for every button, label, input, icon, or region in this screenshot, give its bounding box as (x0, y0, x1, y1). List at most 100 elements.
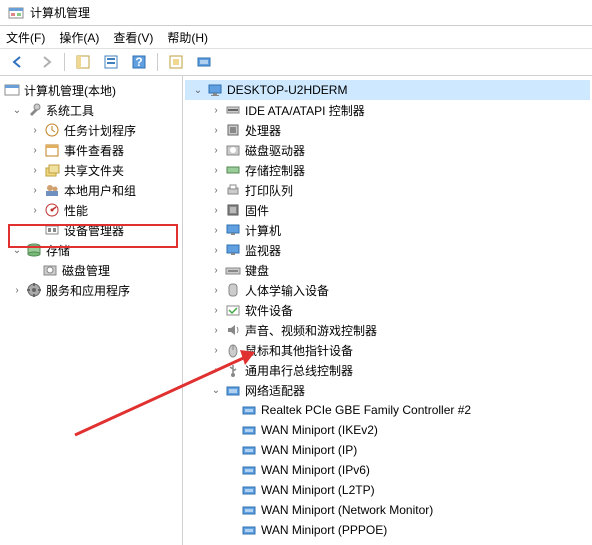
category-label: 鼠标和其他指针设备 (243, 342, 353, 359)
category-item[interactable]: › 软件设备 (185, 300, 590, 320)
tree-item-label: 事件查看器 (62, 142, 124, 159)
right-tree-pane: ⌄ DESKTOP-U2HDERM › IDE ATA/ATAPI 控制器›处理器… (183, 76, 592, 545)
network-adapter-item[interactable]: WAN Miniport (IP) (185, 440, 590, 460)
chevron-right-icon[interactable]: › (28, 143, 42, 157)
chevron-down-icon[interactable]: ⌄ (10, 243, 24, 257)
category-item[interactable]: ›处理器 (185, 120, 590, 140)
network-adapter-item[interactable]: WAN Miniport (IKEv2) (185, 420, 590, 440)
tree-item-disk-mgmt[interactable]: 磁盘管理 (2, 260, 180, 280)
tree-item-label: 磁盘管理 (60, 262, 110, 279)
category-network-adapters[interactable]: ⌄ 网络适配器 (185, 380, 590, 400)
tree-item-users[interactable]: ›本地用户和组 (2, 180, 180, 200)
adapter-label: WAN Miniport (PPPOE) (259, 523, 387, 537)
tree-item-clock[interactable]: › 任务计划程序 (2, 120, 180, 140)
chevron-right-icon[interactable]: › (209, 243, 223, 257)
category-item[interactable]: ›人体学输入设备 (185, 280, 590, 300)
category-item[interactable]: ›键盘 (185, 260, 590, 280)
category-item[interactable]: ›通用串行总线控制器 (185, 360, 590, 380)
menu-help[interactable]: 帮助(H) (167, 29, 208, 46)
keyboard-icon (225, 262, 241, 278)
tree-item-share[interactable]: ›共享文件夹 (2, 160, 180, 180)
disk-icon (42, 262, 58, 278)
chevron-right-icon[interactable]: › (209, 283, 223, 297)
devices-button[interactable] (192, 51, 216, 73)
chevron-right-icon[interactable]: › (209, 123, 223, 137)
show-hide-button[interactable] (71, 51, 95, 73)
chevron-right-icon[interactable]: › (209, 163, 223, 177)
menu-action[interactable]: 操作(A) (59, 29, 99, 46)
chevron-right-icon[interactable]: › (28, 183, 42, 197)
event-icon (44, 142, 60, 158)
scan-button[interactable] (164, 51, 188, 73)
network-adapter-item[interactable]: WAN Miniport (L2TP) (185, 480, 590, 500)
category-label: 软件设备 (243, 302, 293, 319)
mouse-icon (225, 342, 241, 358)
usb-icon (225, 362, 241, 378)
tree-root-computer-mgmt[interactable]: 计算机管理(本地) (2, 80, 180, 100)
chevron-right-icon[interactable]: › (209, 203, 223, 217)
chevron-right-icon[interactable]: › (209, 143, 223, 157)
chevron-right-icon[interactable]: › (10, 283, 24, 297)
menu-file[interactable]: 文件(F) (6, 29, 45, 46)
chevron-right-icon[interactable]: › (209, 363, 223, 377)
chevron-right-icon[interactable]: › (28, 123, 42, 137)
net-icon (225, 382, 241, 398)
category-label: 磁盘驱动器 (243, 142, 305, 159)
category-item[interactable]: ›监视器 (185, 240, 590, 260)
chevron-right-icon[interactable]: › (209, 103, 223, 117)
properties-button[interactable] (99, 51, 123, 73)
category-item[interactable]: › 鼠标和其他指针设备 (185, 340, 590, 360)
chevron-right-icon[interactable]: › (209, 303, 223, 317)
perf-icon (44, 202, 60, 218)
adapter-label: WAN Miniport (IKEv2) (259, 423, 378, 437)
category-item[interactable]: › 磁盘驱动器 (185, 140, 590, 160)
net-adapter-icon (241, 462, 257, 478)
category-item[interactable]: › IDE ATA/ATAPI 控制器 (185, 100, 590, 120)
services-icon (26, 282, 42, 298)
app-icon (8, 5, 24, 21)
network-adapter-item[interactable]: WAN Miniport (Network Monitor) (185, 500, 590, 520)
chevron-right-icon[interactable]: › (209, 263, 223, 277)
clock-icon (44, 122, 60, 138)
chevron-right-icon[interactable]: › (28, 203, 42, 217)
net-adapter-icon (241, 442, 257, 458)
category-item[interactable]: ›固件 (185, 200, 590, 220)
category-item[interactable]: › 声音、视频和游戏控制器 (185, 320, 590, 340)
category-label: IDE ATA/ATAPI 控制器 (243, 102, 365, 119)
chevron-right-icon[interactable]: › (209, 343, 223, 357)
tree-storage[interactable]: ⌄ 存储 (2, 240, 180, 260)
chevron-down-icon[interactable]: ⌄ (10, 103, 24, 117)
category-label: 存储控制器 (243, 162, 305, 179)
category-item[interactable]: ›打印队列 (185, 180, 590, 200)
net-adapter-icon (241, 522, 257, 538)
window-title: 计算机管理 (30, 4, 90, 21)
category-label: 声音、视频和游戏控制器 (243, 322, 377, 339)
forward-button[interactable] (34, 51, 58, 73)
chevron-right-icon[interactable] (28, 223, 42, 237)
chevron-down-icon[interactable]: ⌄ (191, 83, 205, 97)
chevron-down-icon[interactable]: ⌄ (209, 383, 223, 397)
menu-view[interactable]: 查看(V) (113, 29, 153, 46)
tree-services-apps[interactable]: › 服务和应用程序 (2, 280, 180, 300)
device-root[interactable]: ⌄ DESKTOP-U2HDERM (185, 80, 590, 100)
hdd-icon (225, 142, 241, 158)
category-item[interactable]: › 存储控制器 (185, 160, 590, 180)
tree-item-device[interactable]: 设备管理器 (2, 220, 180, 240)
network-adapter-item[interactable]: Realtek PCIe GBE Family Controller #2 (185, 400, 590, 420)
chevron-right-icon[interactable]: › (209, 323, 223, 337)
adapter-label: WAN Miniport (IPv6) (259, 463, 370, 477)
tree-system-tools[interactable]: ⌄ 系统工具 (2, 100, 180, 120)
adapter-label: WAN Miniport (IP) (259, 443, 357, 457)
tree-item-event[interactable]: › 事件查看器 (2, 140, 180, 160)
chevron-right-icon[interactable]: › (209, 183, 223, 197)
help-button[interactable]: ? (127, 51, 151, 73)
chevron-right-icon[interactable]: › (28, 163, 42, 177)
network-adapter-item[interactable]: WAN Miniport (IPv6) (185, 460, 590, 480)
chevron-right-icon[interactable]: › (209, 223, 223, 237)
back-button[interactable] (6, 51, 30, 73)
category-item[interactable]: ›计算机 (185, 220, 590, 240)
network-adapter-item[interactable]: WAN Miniport (PPPOE) (185, 520, 590, 540)
adapter-label: Realtek PCIe GBE Family Controller #2 (259, 403, 471, 417)
tree-item-label: 任务计划程序 (62, 122, 136, 139)
tree-item-perf[interactable]: ›性能 (2, 200, 180, 220)
